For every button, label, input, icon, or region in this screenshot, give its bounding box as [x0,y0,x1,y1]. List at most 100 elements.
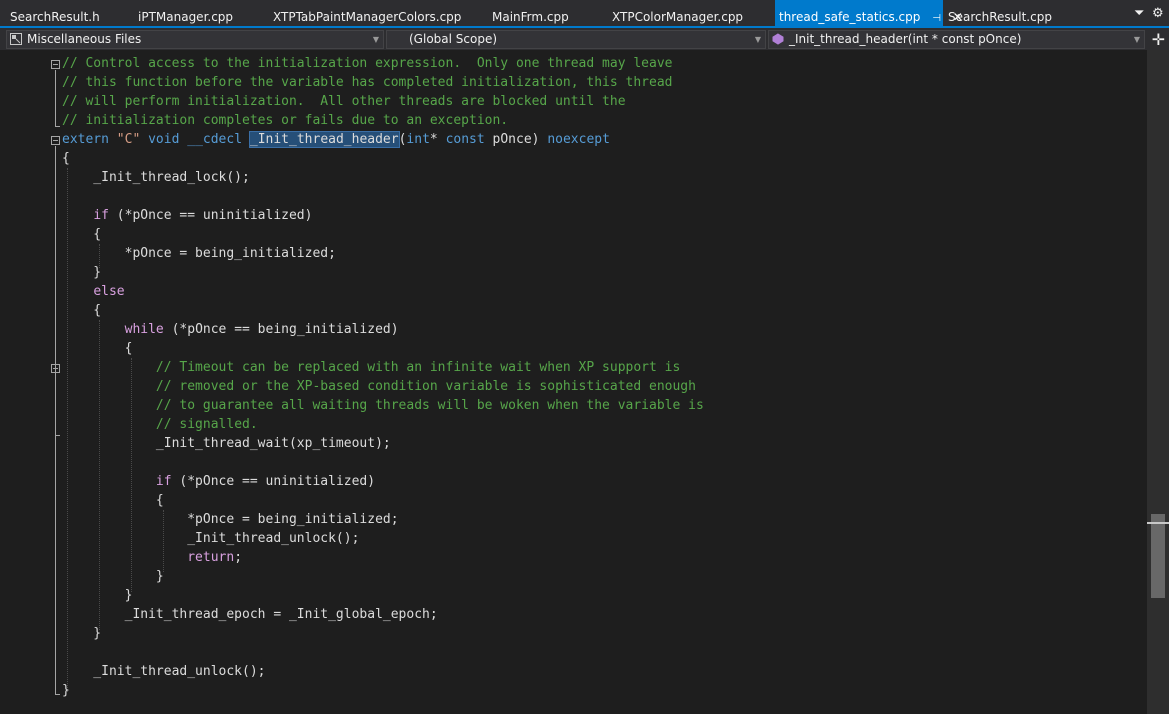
collapse-icon[interactable] [51,136,60,145]
tab-label: iPTManager.cpp [138,10,234,24]
tab-iptmanager-cpp[interactable]: iPTManager.cpp [128,0,263,28]
code-line: { [62,149,704,168]
collapse-icon[interactable] [51,60,60,69]
code-token: *pOnce = being_initialized; [62,246,336,261]
code-token: _Init_thread_unlock(); [62,664,266,679]
code-token: // removed or the XP-based condition var… [155,379,696,394]
code-line: // removed or the XP-based condition var… [62,377,704,396]
scrollbar-caret-marker [1147,522,1169,524]
code-line: { [62,491,704,510]
code-token: _Init_thread_wait(xp_timeout); [62,436,391,451]
code-line: // Control access to the initialization … [62,54,704,73]
code-token: _Init_thread_lock(); [62,170,250,185]
vertical-scrollbar[interactable] [1147,50,1169,714]
code-line: // signalled. [62,415,704,434]
chevron-down-icon: ▼ [1133,35,1140,44]
code-token: } [62,588,133,603]
code-token: if [93,208,109,223]
scope-dropdown[interactable]: (Global Scope) ▼ [386,30,766,49]
code-line: if (*pOnce == uninitialized) [62,472,704,491]
code-token: (*pOnce == uninitialized) [108,208,313,223]
code-line: // Timeout can be replaced with an infin… [62,358,704,377]
code-line: return; [62,548,704,567]
project-dropdown-value: Miscellaneous Files [27,32,142,46]
tab-xtpcolormanager-cpp[interactable]: XTPColorManager.cpp [602,0,775,28]
tab-label: SearchResult.h [10,10,100,24]
document-tab-strip: SearchResult.h iPTManager.cpp XTPTabPain… [0,0,1169,28]
code-line: _Init_thread_unlock(); [62,529,704,548]
code-line: _Init_thread_lock(); [62,168,704,187]
code-token: } [62,265,102,280]
code-token: _Init_thread_epoch = _Init_global_epoch; [62,607,438,622]
code-token: if [155,474,172,489]
scope-dropdown-value: (Global Scope) [409,32,498,46]
scrollbar-thumb[interactable] [1151,514,1165,598]
code-token: // will perform initialization. All othe… [62,94,626,109]
code-token: // signalled. [155,417,258,432]
tab-mainfrm-cpp[interactable]: MainFrm.cpp [482,0,602,28]
code-line: else [62,282,704,301]
code-token: { [62,151,70,166]
code-lines: // Control access to the initialization … [62,54,704,700]
member-dropdown[interactable]: _Init_thread_header(int * const pOnce) ▼ [768,30,1145,49]
code-line: { [62,339,704,358]
tab-searchresult-cpp[interactable]: SearchResult.cpp [943,0,1063,28]
split-editor-icon[interactable]: ✛ [1152,30,1165,49]
navigation-bar: Miscellaneous Files ▼ (Global Scope) ▼ _… [0,28,1169,50]
outline-end [55,694,60,695]
code-token: int [406,132,430,147]
code-token: // to guarantee all waiting threads will… [155,398,704,413]
chevron-down-icon: ▼ [754,35,761,44]
code-token: * [429,132,446,147]
code-token: } [62,569,164,584]
collapse-icon[interactable] [51,364,60,373]
code-editor[interactable]: // Control access to the initialization … [0,50,1147,714]
code-token: // this function before the variable has… [62,75,673,90]
project-dropdown[interactable]: Miscellaneous Files ▼ [6,30,384,49]
code-token: "C" [116,132,141,147]
code-line: } [62,263,704,282]
glyph-margin [0,50,24,714]
tab-xtptabpaintmanagercolors-cpp[interactable]: XTPTabPaintManagerColors.cpp [263,0,483,28]
code-token: (*pOnce == uninitialized) [171,474,376,489]
outline-line [55,70,56,126]
tab-thread-safe-statics-cpp[interactable]: thread_safe_statics.cpp ⊣ ✕ [775,0,963,28]
tab-list-dropdown-icon[interactable]: ⏷ [1134,7,1144,21]
outline-end [55,435,60,436]
code-line: // to guarantee all waiting threads will… [62,396,704,415]
code-token: (*pOnce == being_initialized) [163,322,399,337]
code-token: ; [234,550,243,565]
code-line: { [62,301,704,320]
code-line: // this function before the variable has… [62,73,704,92]
code-line: // initialization completes or fails due… [62,111,704,130]
code-token: return [187,550,235,565]
outline-line [55,146,56,694]
highlighted-symbol: _Init_thread_header [248,131,400,148]
tab-label: XTPTabPaintManagerColors.cpp [273,10,462,24]
code-line: while (*pOnce == being_initialized) [62,320,704,339]
gear-icon[interactable]: ⚙ [1152,7,1164,21]
code-token: pOnce) [484,132,548,147]
code-token: *pOnce = being_initialized; [62,512,399,527]
code-line: _Init_thread_epoch = _Init_global_epoch; [62,605,704,624]
method-icon [772,33,784,45]
tab-label: thread_safe_statics.cpp [779,10,921,24]
code-line: extern "C" void __cdecl _Init_thread_hea… [62,130,704,149]
code-line: } [62,567,704,586]
tab-label: MainFrm.cpp [492,10,569,24]
tab-searchresult-h[interactable]: SearchResult.h [0,0,128,28]
tab-label: SearchResult.cpp [948,10,1052,24]
code-line: *pOnce = being_initialized; [62,244,704,263]
